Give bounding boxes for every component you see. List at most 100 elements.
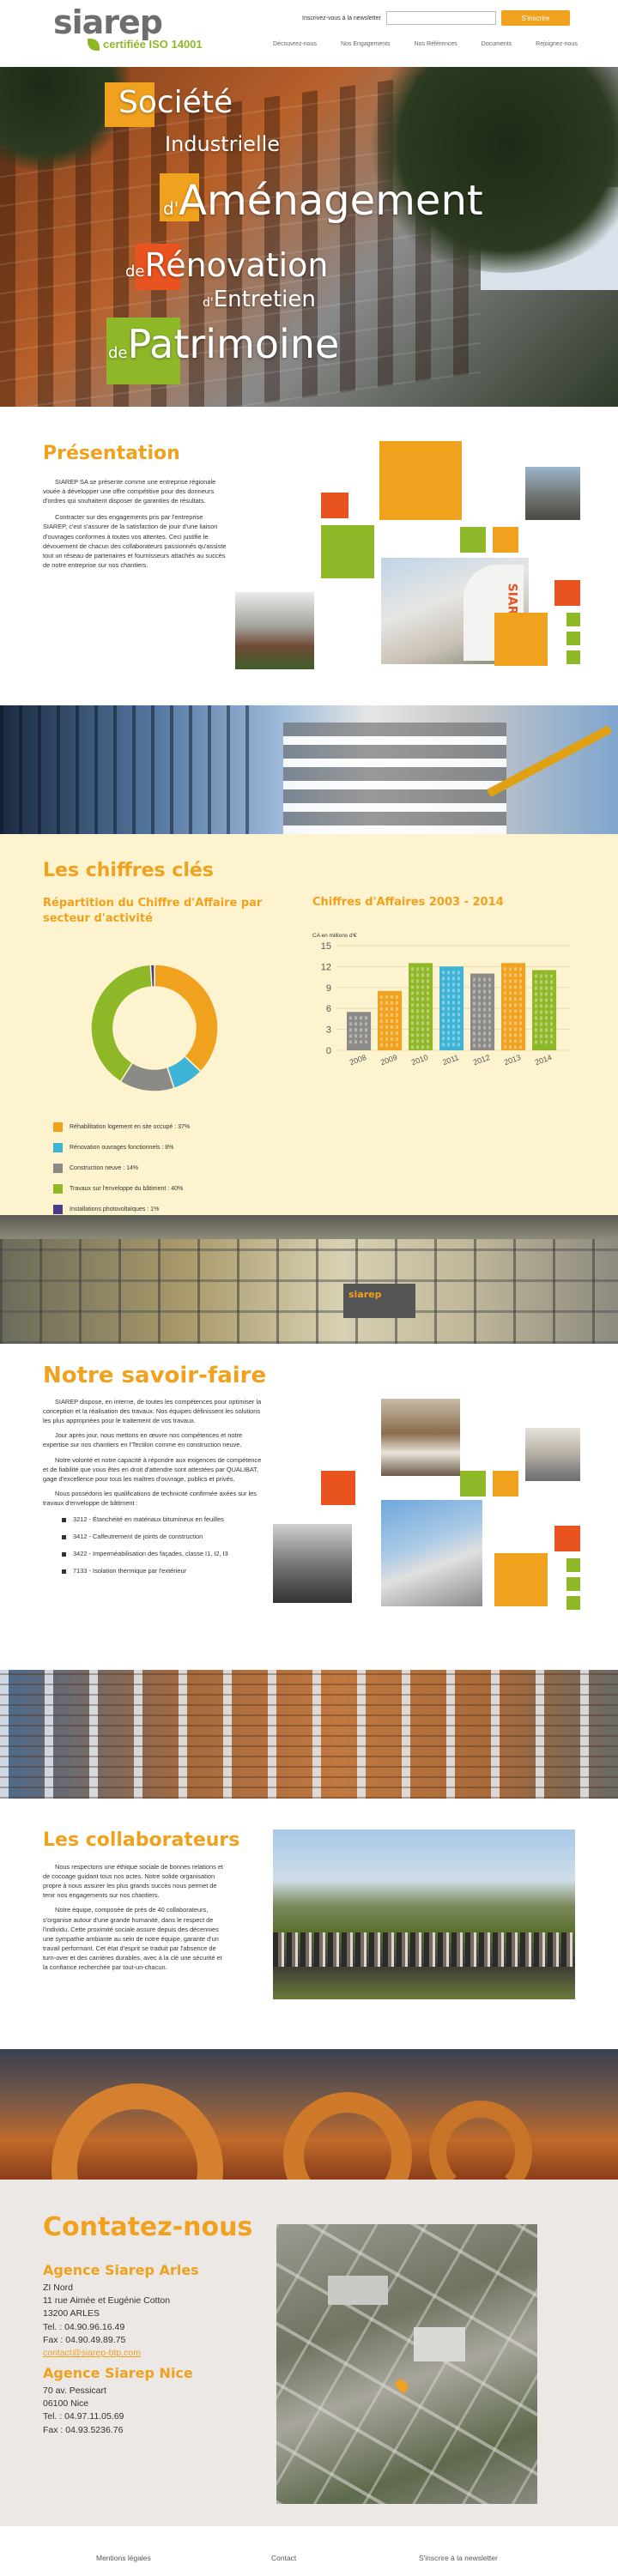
bar-window	[380, 1037, 383, 1041]
savoirfaire-paragraph-1: SIAREP dispose, en interne, de toutes le…	[43, 1398, 262, 1425]
satellite-map[interactable]	[276, 2224, 537, 2504]
bar-window	[380, 1025, 383, 1029]
bar-window	[421, 1045, 424, 1049]
newsletter-email-input[interactable]	[385, 11, 496, 25]
bar-window	[473, 995, 476, 1000]
nav-item-engagements[interactable]: Nos Engagements	[341, 41, 391, 47]
bar-window	[416, 1015, 419, 1019]
bar-window	[396, 1019, 398, 1023]
nav-item-decouvrez[interactable]: Découvrez-nous	[273, 41, 317, 47]
bar-window	[509, 997, 512, 1001]
bar-window	[483, 1025, 486, 1030]
bar-window	[478, 1001, 481, 1006]
address-line: 11 rue Aimée et Eugénie Cotton	[43, 2295, 171, 2307]
bar-window	[535, 974, 537, 978]
bar-window	[514, 1033, 517, 1037]
agency-nice: Agence Siarep Nice 70 av. Pessicart 0610…	[43, 2365, 266, 2437]
bar-window	[416, 1027, 419, 1031]
bar-window	[385, 1043, 388, 1047]
deco-square	[460, 1471, 486, 1497]
contact-email-link[interactable]: contact@siarep-btp.com	[43, 2348, 141, 2358]
newsletter-subscribe-button[interactable]: S'inscrire	[500, 10, 570, 26]
bar-window	[421, 967, 424, 971]
bar-window	[452, 977, 455, 981]
page: siarep certifiée ISO 14001 Inscrivez-vou…	[0, 0, 618, 2576]
bar-window	[385, 995, 388, 999]
bar-window	[473, 1013, 476, 1018]
bar-window	[416, 1045, 419, 1049]
bar-window	[514, 1027, 517, 1031]
bar-window	[427, 1003, 429, 1007]
footer-link-contact[interactable]: Contact	[271, 2554, 296, 2562]
deco-square	[321, 525, 374, 578]
bar-window	[391, 1043, 393, 1047]
bar-window	[550, 980, 553, 984]
bar-window	[509, 1015, 512, 1019]
bar-window	[514, 985, 517, 989]
bar-window	[427, 1033, 429, 1037]
bar-window	[488, 1013, 491, 1018]
bar-window	[509, 1045, 512, 1049]
bar-window	[457, 983, 460, 987]
savoirfaire-text: SIAREP dispose, en interne, de toutes le…	[43, 1397, 268, 1584]
qualification-item: 3412 - Calfeutrement de joints de constr…	[62, 1532, 268, 1541]
bar-window	[421, 1027, 424, 1031]
bar-window	[360, 1034, 362, 1038]
nav-item-rejoignez[interactable]: Rejoignez-nous	[536, 41, 578, 47]
bar-window	[545, 1034, 548, 1038]
bar-window	[354, 1022, 357, 1026]
bar-window	[488, 1031, 491, 1036]
nav-item-documents[interactable]: Documents	[482, 41, 512, 47]
bar-window	[396, 1043, 398, 1047]
bar-window	[473, 989, 476, 994]
bar-window	[442, 989, 445, 993]
bar-window	[514, 1039, 517, 1043]
bar-window	[504, 1015, 506, 1019]
newsletter-label: Inscrivez-vous à la newsletter	[302, 15, 381, 21]
bar-window	[365, 1034, 367, 1038]
bar-window	[349, 1022, 352, 1026]
x-tick-label: 2008	[348, 1053, 367, 1067]
presentation-paragraph-2: Contracter sur des engagements pris par …	[43, 513, 227, 569]
presentation-paragraph-1: SIAREP SA se présente comme une entrepri…	[43, 478, 216, 505]
bar-window	[385, 1019, 388, 1023]
agency-arles: Agence Siarep Arles ZI Nord 11 rue Aimée…	[43, 2262, 266, 2360]
bar-window	[509, 1003, 512, 1007]
phone-line: Tel. : 04.97.11.05.69	[43, 2411, 124, 2422]
bar-window	[396, 1031, 398, 1035]
bar-chart-title: Chiffres d'Affaires 2003 - 2014	[312, 896, 504, 909]
bar-window	[421, 1021, 424, 1025]
bar-window	[457, 971, 460, 975]
bar-window	[411, 1021, 414, 1025]
qualifications-list: 3212 - Étanchéité en matériaux bitumineu…	[43, 1515, 268, 1575]
bar-window	[488, 1043, 491, 1048]
bar-window	[442, 1007, 445, 1011]
bar-window	[483, 1031, 486, 1036]
footer-link-mentions[interactable]: Mentions légales	[96, 2554, 151, 2562]
bar-window	[519, 1033, 522, 1037]
qualification-item: 3422 - Imperméabilisation des façades, c…	[62, 1549, 268, 1558]
deco-square	[566, 1558, 580, 1572]
bar-window	[488, 1007, 491, 1012]
address-line: 70 av. Pessicart	[43, 2386, 106, 2396]
bar-window	[473, 977, 476, 982]
bar-window	[447, 1013, 450, 1017]
bar-window	[509, 1021, 512, 1025]
bar-window	[452, 971, 455, 975]
pie-legend: Réhabilitation logement en site occupé :…	[53, 1122, 190, 1225]
bar-window	[519, 967, 522, 971]
agency-nice-address: 70 av. Pessicart 06100 Nice Tel. : 04.97…	[43, 2385, 266, 2437]
bar-window	[514, 967, 517, 971]
bar-chart-unit: CA en millions d'€	[312, 933, 357, 939]
bar-window	[473, 1001, 476, 1006]
bar-window	[411, 979, 414, 983]
bar-window	[545, 980, 548, 984]
bar-window	[411, 973, 414, 977]
bar-window	[519, 1003, 522, 1007]
footer-link-newsletter[interactable]: S'inscrire à la newsletter	[419, 2554, 498, 2562]
bar-window	[354, 1028, 357, 1032]
band-photo-wood-facade	[0, 1670, 618, 1799]
bar-window	[504, 967, 506, 971]
nav-item-references[interactable]: Nos Références	[415, 41, 457, 47]
logo[interactable]: siarep certifiée ISO 14001	[53, 5, 208, 51]
